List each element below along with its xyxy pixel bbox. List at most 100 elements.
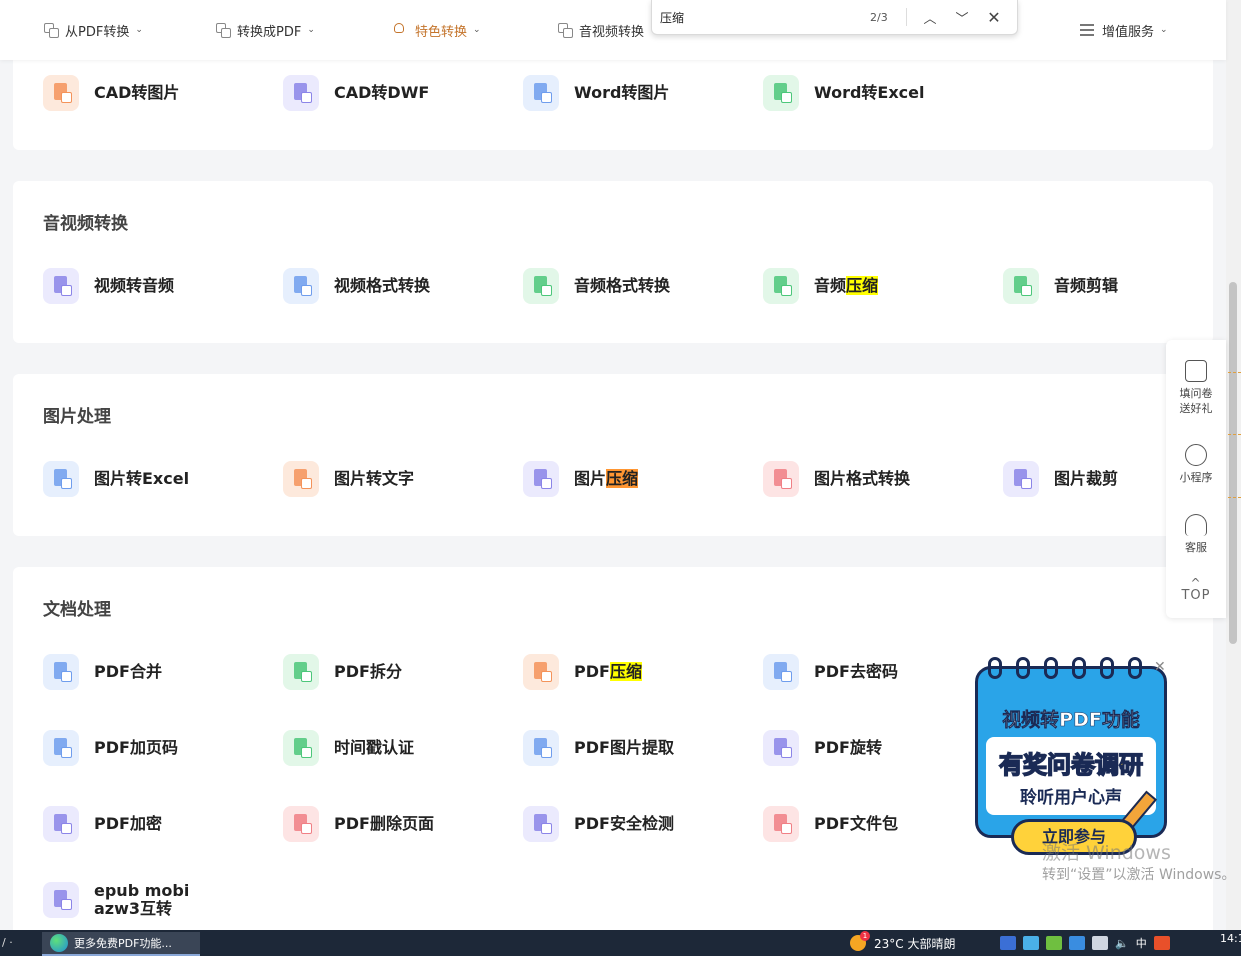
scrollbar-thumb[interactable] bbox=[1229, 282, 1237, 644]
tools-card-top: CAD转图片 CAD转DWF Word转图片 Word转Excel bbox=[13, 50, 1213, 150]
tool-cad-to-dwf[interactable]: CAD转DWF bbox=[283, 75, 429, 111]
image-crop-icon bbox=[1003, 461, 1039, 497]
service-label: 客服 bbox=[1185, 541, 1207, 554]
word-excel-icon bbox=[763, 75, 799, 111]
tool-label: PDF加页码 bbox=[94, 738, 178, 757]
cloud-icon[interactable] bbox=[1023, 936, 1039, 950]
tool-pdf-split[interactable]: PDF拆分 bbox=[283, 654, 402, 690]
top-label: TOP bbox=[1181, 588, 1211, 603]
taskbar-app-title: 更多免费PDF功能... bbox=[74, 937, 172, 950]
find-marker bbox=[1228, 372, 1241, 373]
search-highlight-current: 压缩 bbox=[606, 469, 639, 488]
tool-word-to-excel[interactable]: Word转Excel bbox=[763, 75, 925, 111]
activation-watermark-sub: 转到“设置”以激活 Windows。 bbox=[1042, 867, 1236, 883]
sogou-input-icon[interactable] bbox=[1153, 936, 1170, 950]
convert-icon bbox=[558, 23, 573, 38]
page-scrollbar[interactable] bbox=[1226, 0, 1241, 930]
pdf-page-number-icon bbox=[43, 730, 79, 766]
miniprogram-button[interactable]: 小程序 bbox=[1166, 444, 1226, 485]
tool-pdf-security-check[interactable]: PDF安全检测 bbox=[523, 806, 674, 842]
nav-label: 转换成PDF bbox=[237, 24, 302, 40]
tool-label: PDF安全检测 bbox=[574, 814, 674, 833]
tool-label: 图片裁剪 bbox=[1054, 469, 1119, 488]
taskbar-left-text: / · bbox=[2, 936, 13, 949]
tool-label: 图片压缩 bbox=[574, 469, 639, 488]
nav-vip-services[interactable]: 增值服务 ⌄ bbox=[1080, 0, 1168, 60]
tool-pdf-remove-password[interactable]: PDF去密码 bbox=[763, 654, 898, 690]
convert-icon bbox=[216, 23, 231, 38]
survey-label: 填问卷 bbox=[1179, 387, 1213, 400]
pdf-package-icon bbox=[763, 806, 799, 842]
tool-label: Word转Excel bbox=[814, 83, 925, 102]
weather-widget[interactable]: 1 23°C 大部晴朗 bbox=[850, 930, 955, 956]
tool-label: 音频压缩 bbox=[814, 276, 879, 295]
volume-icon[interactable]: 🔈 bbox=[1115, 937, 1129, 950]
pdf-merge-icon bbox=[43, 654, 79, 690]
tool-pdf-package[interactable]: PDF文件包 bbox=[763, 806, 898, 842]
tool-video-format[interactable]: 视频格式转换 bbox=[283, 268, 430, 304]
chevron-down-icon[interactable]: ﹀ bbox=[952, 7, 972, 27]
pdf-unlock-icon bbox=[763, 654, 799, 690]
nvidia-icon[interactable] bbox=[1046, 936, 1062, 950]
tool-audio-format[interactable]: 音频格式转换 bbox=[523, 268, 670, 304]
tool-pdf-page-number[interactable]: PDF加页码 bbox=[43, 730, 178, 766]
tool-label: PDF去密码 bbox=[814, 662, 898, 681]
chevron-up-icon[interactable]: ︿ bbox=[920, 7, 940, 27]
tool-label: PDF压缩 bbox=[574, 662, 642, 681]
tool-image-crop[interactable]: 图片裁剪 bbox=[1003, 461, 1118, 497]
survey-button[interactable]: 填问卷 送好礼 bbox=[1166, 360, 1226, 416]
tool-label: PDF文件包 bbox=[814, 814, 898, 833]
tool-image-to-text[interactable]: 图片转文字 bbox=[283, 461, 414, 497]
ime-indicator[interactable]: 中 bbox=[1136, 935, 1147, 951]
security-icon[interactable] bbox=[1000, 936, 1016, 950]
tool-image-to-excel[interactable]: 图片转Excel bbox=[43, 461, 189, 497]
nav-special-convert[interactable]: 特色转换 ⌄ bbox=[394, 0, 481, 60]
network-icon[interactable] bbox=[1092, 936, 1108, 950]
weather-sun-icon: 1 bbox=[850, 931, 870, 951]
customer-service-button[interactable]: 客服 bbox=[1166, 514, 1226, 555]
bluetooth-icon[interactable] bbox=[1069, 936, 1085, 950]
tool-pdf-rotate[interactable]: PDF旋转 bbox=[763, 730, 882, 766]
convert-icon bbox=[44, 23, 59, 38]
timestamp-icon bbox=[283, 730, 319, 766]
tool-pdf-merge[interactable]: PDF合并 bbox=[43, 654, 162, 690]
tool-label: 图片格式转换 bbox=[814, 469, 911, 488]
pdf-image-extract-icon bbox=[523, 730, 559, 766]
tool-video-to-audio[interactable]: 视频转音频 bbox=[43, 268, 174, 304]
tool-image-format[interactable]: 图片格式转换 bbox=[763, 461, 910, 497]
close-icon[interactable]: ✕ bbox=[984, 7, 1004, 27]
tool-label: 时间戳认证 bbox=[334, 738, 415, 757]
list-icon bbox=[1080, 24, 1094, 36]
ad-headline: 有奖问卷调研 bbox=[998, 750, 1144, 780]
clock[interactable]: 14:1 bbox=[1220, 932, 1241, 945]
pdf-split-icon bbox=[283, 654, 319, 690]
side-float-panel: 填问卷 送好礼 小程序 客服 ^ TOP bbox=[1166, 340, 1226, 618]
back-to-top-button[interactable]: ^ TOP bbox=[1166, 577, 1226, 603]
nav-from-pdf[interactable]: 从PDF转换 ⌄ bbox=[44, 0, 143, 60]
chevron-down-icon: ⌄ bbox=[473, 25, 481, 35]
tool-pdf-image-extract[interactable]: PDF图片提取 bbox=[523, 730, 674, 766]
find-input[interactable]: 压缩 bbox=[660, 9, 684, 26]
tool-timestamp[interactable]: 时间戳认证 bbox=[283, 730, 414, 766]
tool-pdf-compress[interactable]: PDF压缩 bbox=[523, 654, 642, 690]
nav-to-pdf[interactable]: 转换成PDF ⌄ bbox=[216, 0, 315, 60]
tool-audio-compress[interactable]: 音频压缩 bbox=[763, 268, 879, 304]
tool-epub-convert[interactable]: epub mobi azw3互转 bbox=[43, 882, 189, 918]
tool-cad-to-image[interactable]: CAD转图片 bbox=[43, 75, 179, 111]
tool-word-to-image[interactable]: Word转图片 bbox=[523, 75, 669, 111]
close-icon[interactable]: ✕ bbox=[1154, 659, 1166, 675]
taskbar-app-edge[interactable]: 更多免费PDF功能... bbox=[42, 932, 200, 956]
tool-pdf-delete-pages[interactable]: PDF删除页面 bbox=[283, 806, 434, 842]
tool-label: CAD转图片 bbox=[94, 83, 180, 102]
tool-image-compress[interactable]: 图片压缩 bbox=[523, 461, 639, 497]
image-format-icon bbox=[763, 461, 799, 497]
tool-pdf-encrypt[interactable]: PDF加密 bbox=[43, 806, 162, 842]
tool-label: 图片转文字 bbox=[334, 469, 415, 488]
pdf-lock-icon bbox=[43, 806, 79, 842]
find-bar: 压缩 2/3 ︿ ﹀ ✕ bbox=[651, 0, 1018, 35]
tool-label: epub mobi azw3互转 bbox=[94, 881, 190, 918]
nav-av-convert[interactable]: 音视频转换 bbox=[558, 0, 644, 60]
tool-audio-edit[interactable]: 音频剪辑 bbox=[1003, 268, 1118, 304]
survey-ad-popup[interactable]: ✕ 视频转PDF功能 有奖问卷调研 聆听用户心声 立即参与 bbox=[975, 657, 1167, 855]
ad-title: 视频转PDF功能 bbox=[1002, 709, 1140, 732]
